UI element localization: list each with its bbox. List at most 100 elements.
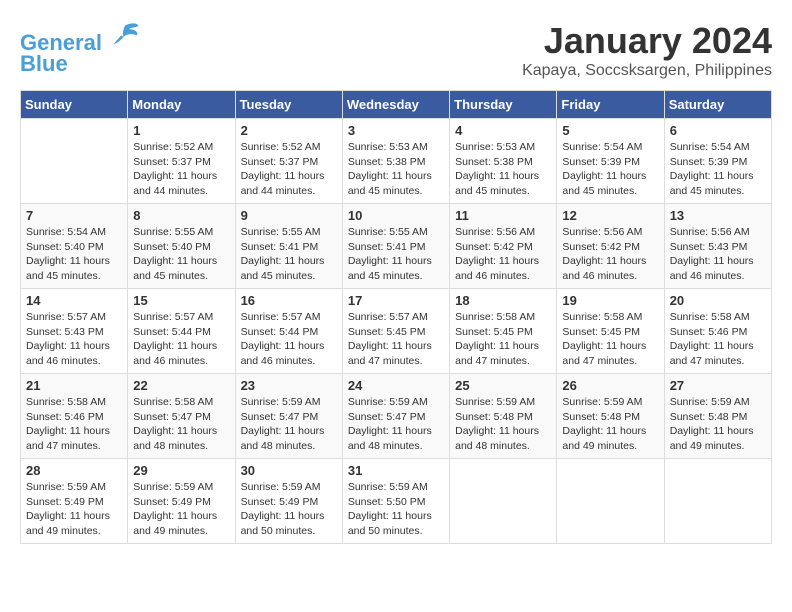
calendar-cell: 21 Sunrise: 5:58 AMSunset: 5:46 PMDayligh… [21,374,128,459]
day-info: Sunrise: 5:57 AMSunset: 5:44 PMDaylight:… [241,310,337,369]
calendar-cell: 15 Sunrise: 5:57 AMSunset: 5:44 PMDayligh… [128,289,235,374]
day-number: 25 [455,378,551,393]
column-header-saturday: Saturday [664,91,771,119]
day-info: Sunrise: 5:56 AMSunset: 5:42 PMDaylight:… [455,225,551,284]
calendar-cell: 4 Sunrise: 5:53 AMSunset: 5:38 PMDaylight… [450,119,557,204]
day-info: Sunrise: 5:52 AMSunset: 5:37 PMDaylight:… [133,140,229,199]
day-number: 15 [133,293,229,308]
day-info: Sunrise: 5:59 AMSunset: 5:48 PMDaylight:… [670,395,766,454]
week-row-4: 21 Sunrise: 5:58 AMSunset: 5:46 PMDayligh… [21,374,772,459]
week-row-5: 28 Sunrise: 5:59 AMSunset: 5:49 PMDayligh… [21,459,772,544]
day-info: Sunrise: 5:55 AMSunset: 5:41 PMDaylight:… [241,225,337,284]
day-number: 22 [133,378,229,393]
logo-bird-icon [110,20,140,50]
calendar-cell: 8 Sunrise: 5:55 AMSunset: 5:40 PMDaylight… [128,204,235,289]
day-info: Sunrise: 5:54 AMSunset: 5:40 PMDaylight:… [26,225,122,284]
day-number: 1 [133,123,229,138]
day-info: Sunrise: 5:59 AMSunset: 5:49 PMDaylight:… [133,480,229,539]
day-number: 4 [455,123,551,138]
calendar-cell: 22 Sunrise: 5:58 AMSunset: 5:47 PMDayligh… [128,374,235,459]
calendar-cell: 19Sunrise: 5:58 AMSunset: 5:45 PMDayligh… [557,289,664,374]
day-info: Sunrise: 5:54 AMSunset: 5:39 PMDaylight:… [670,140,766,199]
calendar-cell: 11 Sunrise: 5:56 AMSunset: 5:42 PMDayligh… [450,204,557,289]
month-title: January 2024 [522,20,772,62]
calendar-cell: 25 Sunrise: 5:59 AMSunset: 5:48 PMDayligh… [450,374,557,459]
logo-text: General [20,20,140,55]
day-info: Sunrise: 5:59 AMSunset: 5:49 PMDaylight:… [26,480,122,539]
calendar-cell: 10 Sunrise: 5:55 AMSunset: 5:41 PMDayligh… [342,204,449,289]
day-number: 21 [26,378,122,393]
day-number: 3 [348,123,444,138]
calendar-cell: 23 Sunrise: 5:59 AMSunset: 5:47 PMDayligh… [235,374,342,459]
day-number: 28 [26,463,122,478]
day-info: Sunrise: 5:59 AMSunset: 5:50 PMDaylight:… [348,480,444,539]
day-info: Sunrise: 5:59 AMSunset: 5:49 PMDaylight:… [241,480,337,539]
logo: General Blue [20,20,140,77]
day-number: 8 [133,208,229,223]
calendar-cell: 12 Sunrise: 5:56 AMSunset: 5:42 PMDayligh… [557,204,664,289]
day-number: 27 [670,378,766,393]
day-info: Sunrise: 5:53 AMSunset: 5:38 PMDaylight:… [455,140,551,199]
day-info: Sunrise: 5:58 AMSunset: 5:45 PMDaylight:… [562,310,658,369]
day-number: 2 [241,123,337,138]
day-number: 17 [348,293,444,308]
calendar-cell: 3Sunrise: 5:53 AMSunset: 5:38 PMDaylight… [342,119,449,204]
day-number: 24 [348,378,444,393]
day-number: 14 [26,293,122,308]
location-subtitle: Kapaya, Soccsksargen, Philippines [522,62,772,80]
week-row-1: 1 Sunrise: 5:52 AMSunset: 5:37 PMDaylight… [21,119,772,204]
day-number: 12 [562,208,658,223]
day-info: Sunrise: 5:55 AMSunset: 5:41 PMDaylight:… [348,225,444,284]
day-info: Sunrise: 5:56 AMSunset: 5:42 PMDaylight:… [562,225,658,284]
day-info: Sunrise: 5:59 AMSunset: 5:47 PMDaylight:… [348,395,444,454]
calendar-cell: 20Sunrise: 5:58 AMSunset: 5:46 PMDayligh… [664,289,771,374]
day-number: 10 [348,208,444,223]
day-number: 29 [133,463,229,478]
day-number: 13 [670,208,766,223]
calendar-cell [450,459,557,544]
calendar-cell [21,119,128,204]
day-number: 11 [455,208,551,223]
page-header: General Blue January 2024 Kapaya, Soccsk… [20,20,772,80]
day-number: 6 [670,123,766,138]
calendar-cell: 14Sunrise: 5:57 AMSunset: 5:43 PMDayligh… [21,289,128,374]
calendar-cell: 18Sunrise: 5:58 AMSunset: 5:45 PMDayligh… [450,289,557,374]
day-info: Sunrise: 5:58 AMSunset: 5:45 PMDaylight:… [455,310,551,369]
column-header-wednesday: Wednesday [342,91,449,119]
day-number: 7 [26,208,122,223]
calendar-cell: 9 Sunrise: 5:55 AMSunset: 5:41 PMDaylight… [235,204,342,289]
calendar-cell: 31 Sunrise: 5:59 AMSunset: 5:50 PMDayligh… [342,459,449,544]
column-header-monday: Monday [128,91,235,119]
day-number: 9 [241,208,337,223]
day-info: Sunrise: 5:58 AMSunset: 5:47 PMDaylight:… [133,395,229,454]
calendar-cell: 27 Sunrise: 5:59 AMSunset: 5:48 PMDayligh… [664,374,771,459]
calendar-cell: 6 Sunrise: 5:54 AMSunset: 5:39 PMDaylight… [664,119,771,204]
calendar-cell: 26 Sunrise: 5:59 AMSunset: 5:48 PMDayligh… [557,374,664,459]
day-number: 30 [241,463,337,478]
column-header-sunday: Sunday [21,91,128,119]
day-info: Sunrise: 5:54 AMSunset: 5:39 PMDaylight:… [562,140,658,199]
day-info: Sunrise: 5:59 AMSunset: 5:48 PMDaylight:… [562,395,658,454]
calendar-cell: 17 Sunrise: 5:57 AMSunset: 5:45 PMDayligh… [342,289,449,374]
day-info: Sunrise: 5:57 AMSunset: 5:44 PMDaylight:… [133,310,229,369]
day-info: Sunrise: 5:56 AMSunset: 5:43 PMDaylight:… [670,225,766,284]
calendar-cell [664,459,771,544]
calendar-cell: 24 Sunrise: 5:59 AMSunset: 5:47 PMDayligh… [342,374,449,459]
calendar-header-row: SundayMondayTuesdayWednesdayThursdayFrid… [21,91,772,119]
calendar-cell: 5Sunrise: 5:54 AMSunset: 5:39 PMDaylight… [557,119,664,204]
calendar-cell: 7 Sunrise: 5:54 AMSunset: 5:40 PMDaylight… [21,204,128,289]
day-number: 26 [562,378,658,393]
day-number: 23 [241,378,337,393]
column-header-friday: Friday [557,91,664,119]
day-info: Sunrise: 5:57 AMSunset: 5:45 PMDaylight:… [348,310,444,369]
calendar-cell: 30 Sunrise: 5:59 AMSunset: 5:49 PMDayligh… [235,459,342,544]
day-info: Sunrise: 5:58 AMSunset: 5:46 PMDaylight:… [670,310,766,369]
day-info: Sunrise: 5:55 AMSunset: 5:40 PMDaylight:… [133,225,229,284]
day-info: Sunrise: 5:59 AMSunset: 5:47 PMDaylight:… [241,395,337,454]
day-info: Sunrise: 5:58 AMSunset: 5:46 PMDaylight:… [26,395,122,454]
calendar-cell: 2Sunrise: 5:52 AMSunset: 5:37 PMDaylight… [235,119,342,204]
day-info: Sunrise: 5:59 AMSunset: 5:48 PMDaylight:… [455,395,551,454]
calendar-cell: 1 Sunrise: 5:52 AMSunset: 5:37 PMDaylight… [128,119,235,204]
calendar-cell: 13 Sunrise: 5:56 AMSunset: 5:43 PMDayligh… [664,204,771,289]
day-number: 31 [348,463,444,478]
